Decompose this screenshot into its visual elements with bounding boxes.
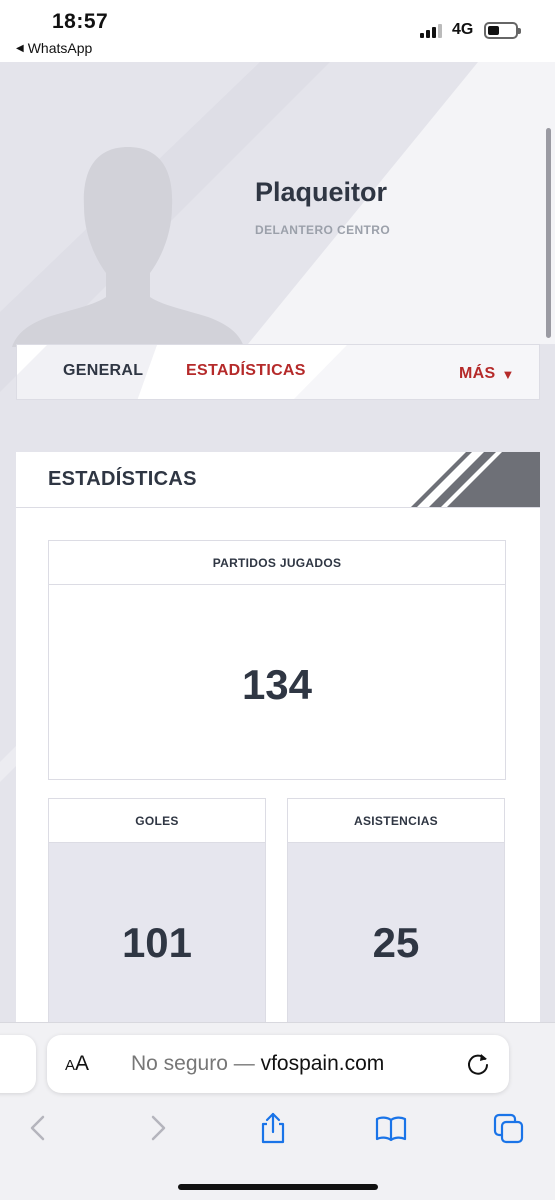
stat-goles-label: GOLES — [49, 799, 265, 843]
browser-nav-row — [0, 1107, 555, 1151]
stats-card: ESTADÍSTICAS PARTIDOS JUGADOS 134 GOLES … — [16, 452, 540, 1059]
back-app-label: WhatsApp — [27, 40, 93, 56]
home-indicator[interactable] — [178, 1184, 378, 1190]
aa-small-letter: A — [65, 1057, 76, 1074]
cellular-signal-icon — [420, 22, 442, 38]
tab-more[interactable]: MÁS ▼ — [459, 365, 515, 383]
back-chevron-icon[interactable] — [22, 1111, 56, 1145]
stat-partidos-jugados: PARTIDOS JUGADOS 134 — [48, 540, 506, 780]
previous-tab-preview[interactable] — [0, 1035, 36, 1093]
back-triangle-icon: ◀ — [16, 42, 24, 54]
status-time: 18:57 — [52, 10, 109, 33]
share-icon[interactable] — [256, 1111, 290, 1145]
page-scrollbar[interactable] — [546, 128, 551, 338]
tab-estadisticas[interactable]: ESTADÍSTICAS — [186, 362, 306, 380]
battery-icon — [484, 22, 521, 39]
address-bar[interactable]: AA No seguro — vfospain.com — [47, 1035, 509, 1093]
reload-icon[interactable] — [465, 1051, 491, 1077]
player-position: DELANTERO CENTRO — [255, 223, 391, 237]
stat-goles-value: 101 — [121, 919, 193, 966]
stat-goles: GOLES 101 — [48, 798, 266, 1059]
stat-asistencias-value: 25 — [372, 919, 420, 966]
status-bar: 18:57 ◀ WhatsApp 4G — [0, 0, 555, 62]
stats-card-header: ESTADÍSTICAS — [16, 452, 540, 508]
tab-more-label: MÁS — [459, 365, 496, 382]
tabs-icon[interactable] — [492, 1111, 526, 1145]
avatar-silhouette-icon — [12, 147, 244, 347]
address-text: No seguro — vfospain.com — [131, 1052, 384, 1076]
caret-down-icon: ▼ — [501, 366, 515, 382]
aa-large-letter: A — [75, 1052, 90, 1075]
domain-label: vfospain.com — [260, 1052, 385, 1075]
stat-partidos-value: 134 — [241, 661, 313, 708]
forward-chevron-icon[interactable] — [140, 1111, 174, 1145]
header-stripes-decoration — [411, 452, 540, 507]
stat-asistencias: ASISTENCIAS 25 — [287, 798, 505, 1059]
reader-settings-button[interactable]: AA — [65, 1052, 89, 1076]
bookmarks-icon[interactable] — [374, 1111, 408, 1145]
stats-title: ESTADÍSTICAS — [48, 468, 197, 490]
browser-toolbar: AA No seguro — vfospain.com — [0, 1022, 555, 1200]
back-to-app-link[interactable]: ◀ WhatsApp — [16, 40, 92, 56]
stat-partidos-label: PARTIDOS JUGADOS — [49, 541, 505, 585]
network-type: 4G — [452, 21, 474, 38]
tab-general[interactable]: GENERAL — [63, 362, 143, 380]
stat-asistencias-label: ASISTENCIAS — [288, 799, 504, 843]
player-name: Plaqueitor — [255, 177, 388, 207]
insecure-label: No seguro — — [131, 1052, 261, 1075]
profile-tabs: GENERAL ESTADÍSTICAS MÁS ▼ — [16, 344, 540, 400]
